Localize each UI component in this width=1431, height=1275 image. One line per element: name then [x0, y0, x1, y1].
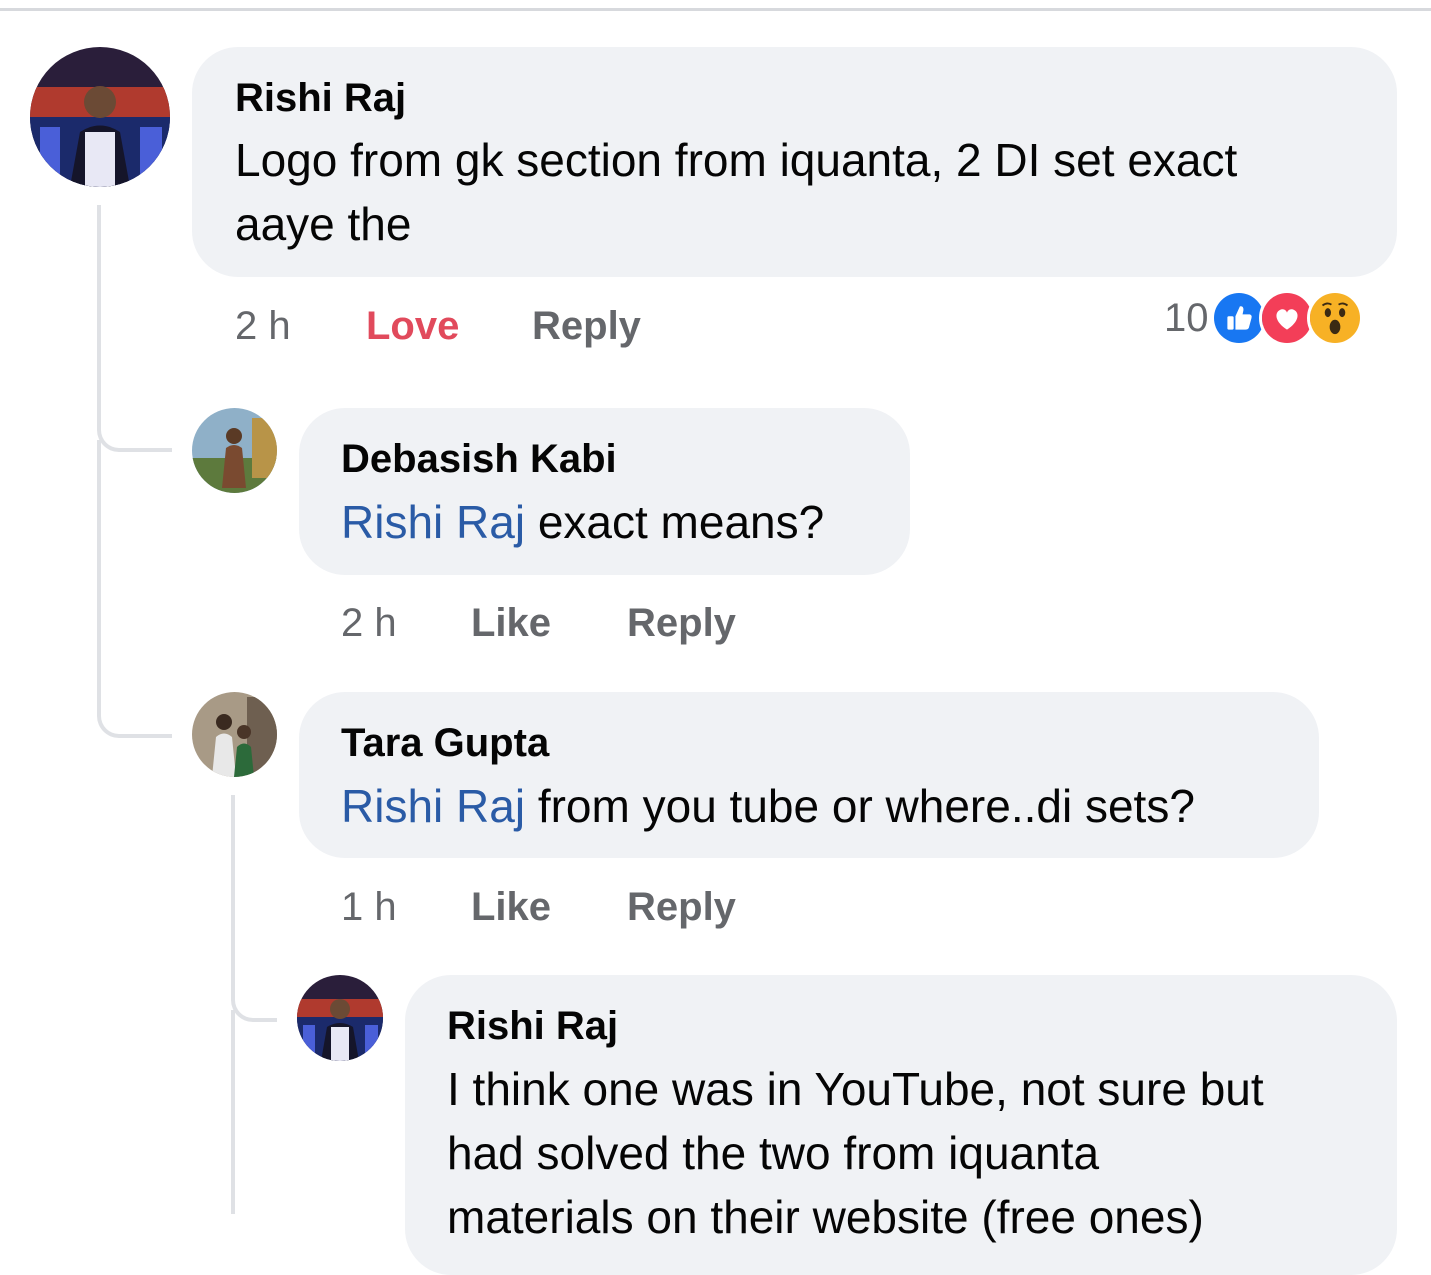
- reaction-summary[interactable]: 10: [1164, 290, 1363, 346]
- wow-icon: [1306, 290, 1363, 346]
- reaction-count: 10: [1164, 296, 1209, 340]
- like-button[interactable]: Like: [471, 599, 551, 647]
- comment-text: Logo from gk section from iquanta, 2 DI …: [235, 134, 1238, 186]
- avatar[interactable]: [192, 408, 277, 493]
- comment-text: Rishi Raj from you tube or where..di set…: [341, 774, 1195, 838]
- like-button[interactable]: Like: [471, 883, 551, 931]
- thread-line: [231, 1010, 235, 1214]
- love-button[interactable]: Love: [366, 302, 459, 350]
- thread-elbow: [231, 950, 277, 1022]
- avatar[interactable]: [30, 47, 170, 187]
- comment-author[interactable]: Tara Gupta: [341, 719, 549, 767]
- comment-text-content: exact means?: [525, 496, 825, 548]
- comment-author[interactable]: Rishi Raj: [235, 74, 406, 122]
- comment-text: materials on their website (free ones): [447, 1191, 1204, 1243]
- reply-button[interactable]: Reply: [532, 302, 641, 350]
- comment-text-content: from you tube or where..di sets?: [525, 780, 1195, 832]
- thread-elbow: [97, 440, 172, 738]
- comment-text: aaye the: [235, 198, 412, 250]
- comment-thread: Rishi Raj Logo from gk section from iqua…: [0, 0, 1431, 1275]
- avatar[interactable]: [192, 692, 277, 777]
- avatar[interactable]: [297, 975, 383, 1061]
- comment-text: I think one was in YouTube, not sure but: [447, 1063, 1264, 1115]
- comment-time[interactable]: 1 h: [341, 883, 397, 931]
- reply-button[interactable]: Reply: [627, 599, 736, 647]
- comment-author[interactable]: Debasish Kabi: [341, 435, 617, 483]
- mention-link[interactable]: Rishi Raj: [341, 496, 525, 548]
- comment-author[interactable]: Rishi Raj: [447, 1002, 618, 1050]
- thread-line: [231, 795, 235, 975]
- comment-time[interactable]: 2 h: [341, 599, 397, 647]
- comment-time[interactable]: 2 h: [235, 302, 291, 350]
- reply-button[interactable]: Reply: [627, 883, 736, 931]
- mention-link[interactable]: Rishi Raj: [341, 780, 525, 832]
- comment-text: Rishi Raj exact means?: [341, 490, 824, 554]
- thread-line: [97, 205, 101, 405]
- comment-text: had solved the two from iquanta: [447, 1127, 1100, 1179]
